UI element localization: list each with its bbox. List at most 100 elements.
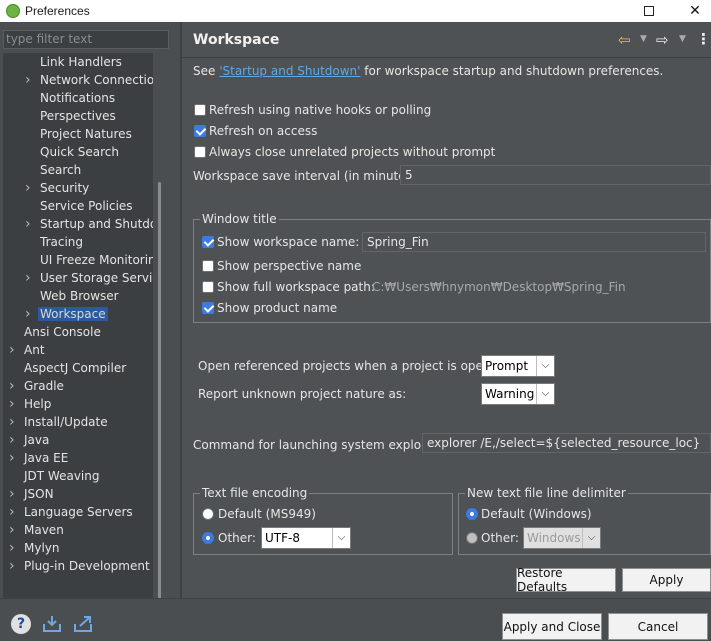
refresh-access-label[interactable]: Refresh on access (209, 124, 317, 138)
chevron-right-icon[interactable]: › (9, 341, 15, 359)
show-workspace-name-label[interactable]: Show workspace name: (217, 235, 359, 249)
delimiter-other-label[interactable]: Other: (481, 531, 519, 545)
chevron-right-icon[interactable]: › (25, 179, 31, 197)
chevron-down-icon[interactable]: ▼ (640, 34, 647, 44)
import-icon[interactable] (41, 614, 63, 634)
tree-item[interactable]: › Plug-in Development (9, 557, 150, 575)
tree-item[interactable]: Link Handlers (40, 53, 122, 71)
tree-item[interactable]: Web Browser (40, 287, 119, 305)
refresh-access-checkbox[interactable] (194, 125, 206, 137)
chevron-right-icon[interactable]: › (9, 539, 15, 557)
tree-item[interactable]: › Ant (9, 341, 45, 359)
tree-item[interactable]: › Startup and Shutdown (25, 215, 153, 233)
chevron-down-icon[interactable]: ▼ (679, 34, 686, 44)
tree-item[interactable]: › Language Servers (9, 503, 133, 521)
apply-button[interactable]: Apply (622, 568, 711, 592)
tree-item-label: JSON (24, 487, 54, 501)
chevron-right-icon[interactable]: › (25, 269, 31, 287)
close-icon: ✕ (689, 3, 701, 19)
chevron-right-icon[interactable]: › (9, 413, 15, 431)
tree-item[interactable]: Ansi Console (24, 323, 101, 341)
encoding-other-label[interactable]: Other: (218, 531, 256, 545)
tree-item[interactable]: AspectJ Compiler (24, 359, 126, 377)
delimiter-default-label[interactable]: Default (Windows) (481, 507, 592, 521)
chevron-right-icon[interactable]: › (9, 485, 15, 503)
report-unknown-select[interactable]: Warning ⌵ (481, 383, 555, 405)
tree-item[interactable]: › Gradle (9, 377, 64, 395)
arrow-right-icon[interactable]: ⇨ (656, 31, 669, 49)
chevron-right-icon[interactable]: › (25, 215, 31, 233)
show-full-path-label[interactable]: Show full workspace path: (217, 280, 375, 294)
tree-item-label: Gradle (24, 379, 64, 393)
workspace-name-input[interactable]: Spring_Fin (362, 232, 706, 252)
chevron-right-icon[interactable]: › (9, 449, 15, 467)
tree-item[interactable]: › JSON (9, 485, 54, 503)
tree-item-label: Notifications (40, 91, 116, 105)
cancel-button[interactable]: Cancel (608, 613, 708, 640)
tree-item[interactable]: › Network Connections (25, 71, 153, 89)
tree-item[interactable]: Tracing (40, 233, 83, 251)
tree-vertical-scrollbar[interactable] (158, 182, 161, 600)
tree-item[interactable]: › Java EE (9, 449, 68, 467)
tree-item[interactable]: Quick Search (40, 143, 119, 161)
tree-item[interactable]: › Security (25, 179, 89, 197)
chevron-right-icon[interactable]: › (25, 305, 31, 323)
encoding-default-radio[interactable] (202, 508, 214, 520)
tree-item-label: Web Browser (40, 289, 119, 303)
refresh-native-label[interactable]: Refresh using native hooks or polling (209, 103, 431, 117)
tree-item[interactable]: Project Natures (40, 125, 132, 143)
chevron-right-icon[interactable]: › (9, 431, 15, 449)
show-perspective-checkbox[interactable] (202, 260, 214, 272)
encoding-select[interactable]: UTF-8 ⌵ (261, 527, 351, 549)
tree-item[interactable]: UI Freeze Monitoring (40, 251, 153, 269)
maximize-button[interactable] (627, 0, 671, 22)
tree-item-label: Project Natures (40, 127, 132, 141)
tree-item[interactable]: › Maven (9, 521, 64, 539)
chevron-right-icon[interactable]: › (9, 395, 15, 413)
more-vertical-icon[interactable]: ⋮ (696, 30, 711, 48)
restore-defaults-button[interactable]: Restore Defaults (516, 566, 616, 594)
show-perspective-label[interactable]: Show perspective name (217, 259, 361, 273)
tree-item[interactable]: Notifications (40, 89, 115, 107)
tree-item[interactable]: › Mylyn (9, 539, 60, 557)
tree-item-label: Ansi Console (24, 325, 101, 339)
show-product-name-checkbox[interactable] (202, 302, 214, 314)
delimiter-other-radio[interactable] (466, 532, 478, 544)
tree-item[interactable]: › Help (9, 395, 51, 413)
tree-item[interactable]: Search (40, 161, 81, 179)
help-icon[interactable]: ? (11, 614, 31, 634)
open-referenced-select[interactable]: Prompt ⌵ (481, 355, 555, 377)
show-workspace-name-checkbox[interactable] (202, 236, 214, 248)
show-product-name-label[interactable]: Show product name (217, 301, 337, 315)
always-close-label[interactable]: Always close unrelated projects without … (209, 145, 495, 159)
command-explorer-input[interactable]: explorer /E,/select=${selected_resource_… (422, 433, 711, 453)
chevron-right-icon[interactable]: › (9, 377, 15, 395)
export-icon[interactable] (72, 614, 94, 634)
startup-shutdown-link[interactable]: 'Startup and Shutdown' (219, 64, 360, 78)
tree-item[interactable]: Service Policies (40, 197, 133, 215)
encoding-default-label[interactable]: Default (MS949) (218, 507, 316, 521)
delimiter-select[interactable]: Windows ⌵ (523, 527, 601, 549)
refresh-native-checkbox[interactable] (194, 104, 206, 116)
tree-item[interactable]: Perspectives (40, 107, 116, 125)
delimiter-default-radio[interactable] (466, 508, 478, 520)
close-button[interactable]: ✕ (673, 0, 711, 22)
tree-item[interactable]: JDT Weaving (24, 467, 99, 485)
show-full-path-checkbox[interactable] (202, 281, 214, 293)
encoding-other-radio[interactable] (202, 532, 214, 544)
chevron-right-icon[interactable]: › (9, 503, 15, 521)
open-referenced-label: Open referenced projects when a project … (198, 359, 510, 373)
tree-item[interactable]: › Java (9, 431, 49, 449)
apply-and-close-button[interactable]: Apply and Close (502, 613, 602, 640)
save-interval-input[interactable]: 5 (400, 165, 711, 185)
tree-item[interactable]: › User Storage Service (25, 269, 153, 287)
command-explorer-label: Command for launching system explorer: (193, 438, 442, 452)
always-close-checkbox[interactable] (194, 146, 206, 158)
tree-item[interactable]: › Install/Update (9, 413, 108, 431)
tree-item[interactable]: › Workspace (25, 305, 108, 323)
arrow-left-icon[interactable]: ⇦ (618, 31, 631, 49)
chevron-right-icon[interactable]: › (9, 521, 15, 539)
chevron-right-icon[interactable]: › (25, 71, 31, 89)
filter-input[interactable]: type filter text (3, 30, 169, 49)
chevron-right-icon[interactable]: › (9, 557, 15, 575)
